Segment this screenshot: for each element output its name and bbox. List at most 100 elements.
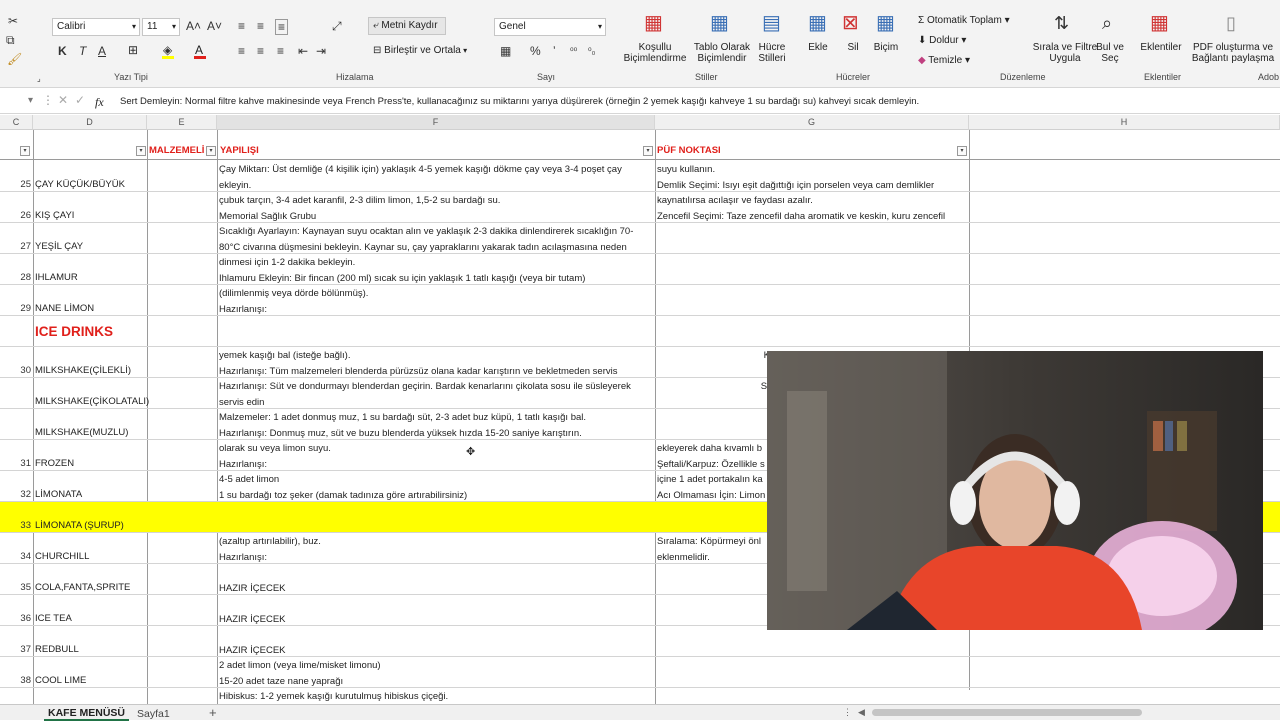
horizontal-scrollbar[interactable] [872, 709, 1142, 716]
preparation-line[interactable]: 15-20 adet taze nane yaprağı [219, 674, 653, 690]
preparation-line[interactable]: Hibiskus: 1-2 yemek kaşığı kurutulmuş hi… [219, 689, 653, 704]
preparation-line[interactable]: çubuk tarçın, 3-4 adet karanfil, 2-3 dil… [219, 193, 653, 209]
drink-name[interactable]: ICE TEA [35, 613, 72, 624]
drink-name[interactable]: FROZEN [35, 458, 74, 469]
preparation-line[interactable]: 80°C civarına düşmesini bekleyin. Kaynar… [219, 240, 653, 256]
name-box-dropdown-icon[interactable]: ▾ [28, 94, 33, 108]
italic-icon[interactable]: T [79, 44, 86, 58]
filter-dropdown-icon[interactable]: ▾ [20, 146, 30, 156]
table-row[interactable]: 37 REDBULL HAZIR İÇECEK [0, 626, 1280, 657]
filter-dropdown-icon[interactable]: ▾ [643, 146, 653, 156]
row-number[interactable]: 32 [0, 489, 33, 500]
preparation-line[interactable]: 2 adet limon (veya lime/misket limonu) [219, 658, 653, 674]
preparation-line[interactable]: Hazırlanışı: Donmuş muz, süt ve buzu ble… [219, 426, 653, 442]
table-row[interactable]: 38 COOL LIME 2 adet limon (veya lime/mis… [0, 657, 1280, 688]
borders-icon[interactable]: ⊞ [128, 43, 138, 57]
tip-line[interactable]: suyu kullanın. [657, 162, 967, 178]
table-row[interactable]: 28 IHLAMUR dinmesi için 1-2 dakika bekle… [0, 254, 1280, 285]
section-title[interactable]: ICE DRINKS [35, 324, 113, 339]
preparation-line[interactable]: Malzemeler: 1 adet donmuş muz, 1 su bard… [219, 410, 653, 426]
filter-dropdown-icon[interactable]: ▾ [136, 146, 146, 156]
column-header-C[interactable]: C [0, 115, 33, 130]
cut-icon[interactable]: ✂ [8, 14, 18, 28]
align-top-icon[interactable]: ≡ [238, 19, 245, 33]
more-icon[interactable]: ⋮ [42, 93, 54, 107]
row-number[interactable]: 30 [0, 365, 33, 376]
sheet-tab-active[interactable]: KAFE MENÜSÜ [44, 707, 130, 721]
preparation-line[interactable]: servis edin [219, 395, 653, 411]
table-row[interactable]: 25 ÇAY KÜÇÜK/BÜYÜK Çay Miktarı: Üst deml… [0, 161, 1280, 192]
clear-button[interactable]: ◆ Temizle ▾ [918, 55, 998, 66]
column-header-G[interactable]: G [655, 115, 969, 130]
drink-name[interactable]: YEŞİL ÇAY [35, 241, 83, 252]
column-header-H[interactable]: H [969, 115, 1280, 130]
format-painter-icon[interactable]: 🖌 [7, 52, 22, 66]
drink-name[interactable]: COOL LIME [35, 675, 86, 686]
column-header-E[interactable]: E [147, 115, 217, 130]
autosum-button[interactable]: Σ Otomatik Toplam ▾ [918, 15, 1038, 26]
preparation-line[interactable]: dinmesi için 1-2 dakika bekleyin. [219, 255, 653, 271]
align-middle-icon[interactable]: ≡ [257, 19, 264, 33]
wrap-text-button[interactable]: ⤶ Metni Kaydır [368, 17, 446, 35]
scroll-left-icon[interactable]: ◀ [858, 707, 865, 718]
row-number[interactable]: 31 [0, 458, 33, 469]
sheet-tab[interactable]: Sayfa1 [137, 708, 170, 720]
preparation-line[interactable]: Memorial Sağlık Grubu [219, 209, 653, 225]
font-name-select[interactable]: Calibri ▾ [52, 18, 140, 36]
scroll-menu-icon[interactable]: ⋮ [843, 707, 852, 718]
enter-icon[interactable]: ✓ [75, 93, 85, 107]
preparation-line[interactable]: Çay Miktarı: Üst demliğe (4 kişilik için… [219, 162, 653, 178]
preparation-line[interactable]: ekleyin. [219, 178, 653, 194]
tip-line[interactable]: Zencefil Seçimi: Taze zencefil daha arom… [657, 209, 967, 225]
table-row[interactable]: Hibiskus: 1-2 yemek kaşığı kurutulmuş hi… [0, 688, 1280, 704]
merge-center-button[interactable]: ⊟ Birleştir ve Ortala ▾ [368, 42, 478, 60]
preparation-line[interactable]: olarak su veya limon suyu. [219, 441, 653, 457]
preparation-line[interactable]: yemek kaşığı bal (isteğe bağlı). [219, 348, 653, 364]
row-number[interactable]: 27 [0, 241, 33, 252]
preparation-line[interactable]: Hazırlanışı: Tüm malzemeleri blenderda p… [219, 364, 653, 380]
orientation-icon[interactable]: ⤢ [332, 19, 342, 33]
preparation-line[interactable]: (dilimlenmiş veya dörde bölünmüş). [219, 286, 653, 302]
percent-icon[interactable]: % [530, 44, 541, 58]
comma-style-icon[interactable]: ʼ [553, 44, 556, 58]
row-number[interactable]: 36 [0, 613, 33, 624]
align-bottom-icon[interactable]: ≡ [275, 19, 289, 35]
number-format-select[interactable]: Genel ▾ [494, 18, 606, 36]
preparation-line[interactable]: Hazırlanışı: [219, 302, 653, 318]
preparation-line[interactable]: Hazırlanışı: Süt ve dondurmayı blenderda… [219, 379, 653, 395]
underline-icon[interactable]: A [98, 44, 106, 58]
drink-name[interactable]: IHLAMUR [35, 272, 78, 283]
filter-dropdown-icon[interactable]: ▾ [206, 146, 216, 156]
drink-name[interactable]: MILKSHAKE(ÇİKOLATALI) [35, 396, 149, 407]
drink-name[interactable]: KIŞ ÇAYI [35, 210, 74, 221]
filter-dropdown-icon[interactable]: ▾ [957, 146, 967, 156]
table-row[interactable]: 26 KIŞ ÇAYI çubuk tarçın, 3-4 adet karan… [0, 192, 1280, 223]
drink-name[interactable]: CHURCHILL [35, 551, 89, 562]
preparation-line[interactable]: Hazırlanışı: [219, 550, 653, 566]
align-right-icon[interactable]: ≡ [277, 44, 284, 58]
row-number[interactable]: 28 [0, 272, 33, 283]
row-number[interactable]: 37 [0, 644, 33, 655]
preparation-line[interactable]: Sıcaklığı Ayarlayın: Kaynayan suyu ocakt… [219, 224, 653, 240]
preparation-line[interactable]: (azaltıp artırılabilir), buz. [219, 534, 653, 550]
font-size-select[interactable]: 11 ▾ [142, 18, 180, 36]
section-row[interactable]: ICE DRINKS [0, 316, 1280, 347]
column-header-D[interactable]: D [33, 115, 147, 130]
increase-decimal-icon[interactable]: ⁰⁰ [570, 44, 577, 58]
row-number[interactable]: 33 [0, 520, 33, 531]
formula-input[interactable]: Sert Demleyin: Normal filtre kahve makin… [120, 96, 919, 107]
row-number[interactable]: 35 [0, 582, 33, 593]
drink-name[interactable]: COLA,FANTA,SPRITE [35, 582, 130, 593]
clipboard-launcher-icon[interactable]: ⌟ [37, 72, 41, 86]
drink-name[interactable]: NANE LİMON [35, 303, 94, 314]
function-icon[interactable]: fx [95, 95, 104, 110]
tip-line[interactable]: kaynatılırsa acılaşır ve faydası azalır. [657, 193, 967, 209]
row-number[interactable]: 38 [0, 675, 33, 686]
drink-name[interactable]: LİMONATA [35, 489, 82, 500]
add-sheet-icon[interactable]: + [209, 705, 217, 720]
shrink-font-icon[interactable]: A˅ [207, 19, 222, 33]
currency-icon[interactable]: ▦ [500, 44, 511, 58]
row-number[interactable]: 34 [0, 551, 33, 562]
align-center-icon[interactable]: ≡ [257, 44, 264, 58]
drink-name[interactable]: LİMONATA (ŞURUP) [35, 520, 124, 531]
